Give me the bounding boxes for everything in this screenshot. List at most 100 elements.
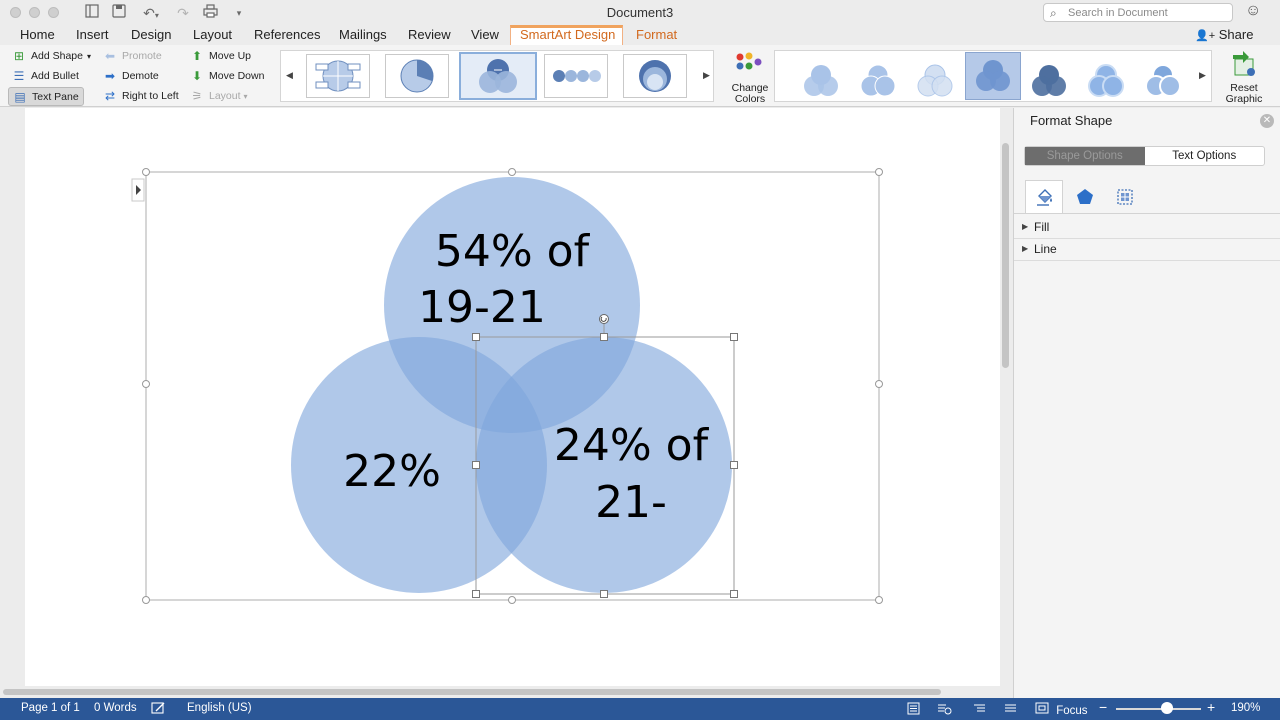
swap-direction-icon: ⇄ <box>104 89 116 103</box>
style-thumb-4-selected[interactable] <box>965 52 1021 100</box>
top-circle-label-line1: 54% of <box>435 226 591 277</box>
smartart-graphic[interactable]: 54% of 19-21 22% 24% of 21- <box>25 108 1000 686</box>
reset-graphic-button[interactable]: Reset Graphic <box>1221 51 1267 105</box>
minimize-window-button[interactable] <box>29 7 40 18</box>
style-thumb-3[interactable] <box>909 58 961 104</box>
arrow-down-icon: ⬇ <box>191 69 203 83</box>
language[interactable]: English (US) <box>187 702 252 714</box>
search-input[interactable]: ⌕ Search in Document <box>1043 3 1233 22</box>
outline-view-icon[interactable] <box>973 702 986 718</box>
expand-fill-icon: ▶ <box>1022 222 1029 231</box>
vertical-scrollbar[interactable] <box>1002 143 1009 368</box>
effects-tab[interactable] <box>1066 180 1104 213</box>
text-options-tab[interactable]: Text Options <box>1145 147 1265 165</box>
word-count[interactable]: 0 Words <box>94 702 137 714</box>
promote-button[interactable]: ⬅ Promote <box>103 47 162 65</box>
demote-button[interactable]: ➡ Demote <box>103 67 159 85</box>
zoom-level[interactable]: 190% <box>1231 702 1260 714</box>
tab-design[interactable]: Design <box>131 27 171 42</box>
fill-section[interactable]: ▶ Fill <box>1014 217 1280 239</box>
zoom-slider-thumb[interactable] <box>1161 702 1173 714</box>
layout-thumb-target[interactable] <box>623 54 687 98</box>
proofing-icon[interactable] <box>151 702 166 718</box>
close-pane-icon[interactable]: ✕ <box>1260 114 1274 128</box>
line-label: Line <box>1034 242 1057 256</box>
style-thumb-2[interactable] <box>852 58 904 104</box>
layout-thumb-pie[interactable] <box>385 54 449 98</box>
change-colors-label-2: Colors <box>734 93 766 105</box>
tab-insert[interactable]: Insert <box>76 27 109 42</box>
print-icon[interactable] <box>201 4 219 22</box>
promote-label: Promote <box>122 50 162 62</box>
text-pane-button[interactable]: ▤ Text Pane <box>8 87 84 106</box>
gallery-prev-icon[interactable]: ◀ <box>286 70 293 81</box>
change-colors-button[interactable]: Change Colors <box>729 51 771 105</box>
sidebar-icon[interactable] <box>83 4 101 22</box>
zoom-out-icon[interactable]: − <box>1099 699 1107 715</box>
text-pane-icon: ▤ <box>14 89 26 104</box>
horizontal-scrollbar[interactable] <box>3 689 941 695</box>
move-down-button[interactable]: ⬇ Move Down <box>190 67 264 85</box>
reset-graphic-label-2: Graphic <box>1225 93 1263 105</box>
page-count[interactable]: Page 1 of 1 <box>21 702 80 714</box>
expand-line-icon: ▶ <box>1022 244 1029 253</box>
layout-thumb-linear[interactable] <box>544 54 608 98</box>
arrow-up-icon: ⬆ <box>191 49 203 63</box>
save-icon[interactable] <box>110 4 128 22</box>
size-properties-tab[interactable] <box>1106 180 1144 213</box>
zoom-slider-track[interactable] <box>1116 708 1201 710</box>
shape-options-tab[interactable]: Shape Options <box>1025 147 1145 165</box>
draft-view-icon[interactable] <box>1004 702 1017 718</box>
tab-smartart-design[interactable]: SmartArt Design <box>520 27 615 42</box>
customize-toolbar-icon[interactable]: ▾ <box>230 4 248 22</box>
document-page[interactable]: 54% of 19-21 22% 24% of 21- <box>25 108 1000 686</box>
redo-icon[interactable]: ↷ <box>174 4 192 22</box>
status-bar: Page 1 of 1 0 Words English (US) Focus −… <box>0 698 1280 720</box>
styles-gallery: ▶ <box>774 50 1212 102</box>
layout-thumb-venn-selected[interactable] <box>459 52 537 100</box>
undo-icon[interactable]: ↶▾ <box>138 4 164 22</box>
ribbon: ⊞ Add Shape ▾ ☰ Add Bullet ▤ Text Pane ⬅ Prom… <box>0 45 1280 107</box>
demote-label: Demote <box>122 70 159 82</box>
layout-button[interactable]: ⚞ Layout ▾ <box>190 87 248 105</box>
arrow-right-icon: ➡ <box>104 69 116 83</box>
focus-button[interactable]: Focus <box>1035 702 1088 717</box>
style-thumb-1[interactable] <box>795 58 847 104</box>
layout-label: Layout <box>209 90 241 102</box>
tab-view[interactable]: View <box>471 27 499 42</box>
tab-home[interactable]: Home <box>20 27 55 42</box>
tab-layout[interactable]: Layout <box>193 27 232 42</box>
style-thumb-7[interactable] <box>1137 58 1189 104</box>
tab-references[interactable]: References <box>254 27 320 42</box>
share-button[interactable]: 👤+ Share <box>1195 27 1253 42</box>
tab-mailings[interactable]: Mailings <box>339 27 387 42</box>
pentagon-icon <box>1077 188 1093 204</box>
bullet-list-icon: ☰ <box>13 69 25 83</box>
add-shape-button[interactable]: ⊞ Add Shape ▾ <box>12 47 91 65</box>
zoom-in-icon[interactable]: + <box>1207 699 1215 715</box>
styles-next-icon[interactable]: ▶ <box>1199 70 1206 81</box>
zoom-window-button[interactable] <box>48 7 59 18</box>
style-thumb-5[interactable] <box>1023 58 1075 104</box>
move-up-label: Move Up <box>209 50 252 62</box>
tab-review[interactable]: Review <box>408 27 451 42</box>
share-label: Share <box>1218 27 1254 42</box>
gallery-next-icon[interactable]: ▶ <box>703 70 710 81</box>
close-window-button[interactable] <box>10 7 21 18</box>
print-layout-view-icon[interactable] <box>907 702 920 718</box>
right-circle-label-line1: 24% of <box>554 420 710 471</box>
ribbon-tabs: Home Insert Design Layout References Mai… <box>0 25 1280 46</box>
tab-format[interactable]: Format <box>636 27 677 42</box>
style-thumb-6[interactable] <box>1080 58 1132 104</box>
web-layout-view-icon[interactable] <box>937 702 952 718</box>
pane-title: Format Shape <box>1030 113 1113 128</box>
fill-line-tab[interactable] <box>1025 180 1063 213</box>
line-section[interactable]: ▶ Line <box>1014 239 1280 261</box>
feedback-smiley-icon[interactable]: ☺ <box>1245 2 1261 20</box>
move-up-button[interactable]: ⬆ Move Up <box>190 47 251 65</box>
options-segmented-control: Shape Options Text Options <box>1024 146 1265 166</box>
text-pane-label: Text Pane <box>32 90 79 103</box>
add-bullet-button[interactable]: ☰ Add Bullet <box>12 67 79 85</box>
right-to-left-button[interactable]: ⇄ Right to Left <box>103 87 179 105</box>
layout-thumb-segmented[interactable] <box>306 54 370 98</box>
